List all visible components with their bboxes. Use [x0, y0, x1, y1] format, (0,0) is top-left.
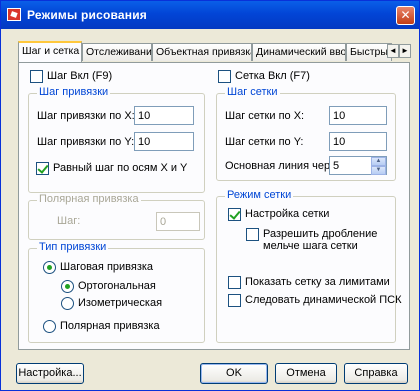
- polar-snap-radio[interactable]: [43, 320, 56, 333]
- rectangular-snap-radio[interactable]: [61, 280, 74, 293]
- cancel-button[interactable]: Отмена: [275, 363, 337, 384]
- snap-spacing-title: Шаг привязки: [37, 86, 111, 98]
- major-line-spin-up[interactable]: ▲: [371, 157, 386, 166]
- grid-behavior-group: Режим сетки Настройка сетки Разрешить др…: [216, 189, 402, 343]
- tab-object-snap[interactable]: Объектная привязка: [152, 43, 252, 61]
- drafting-settings-window: Режимы рисования ✕ Шаг и сетка Отслежива…: [0, 0, 420, 391]
- polar-step-label: Шаг:: [57, 215, 81, 227]
- polar-snap-label: Полярная привязка: [60, 320, 160, 332]
- equal-spacing-label: Равный шаг по осям X и Y: [53, 162, 188, 174]
- display-beyond-limits-checkbox[interactable]: [228, 276, 241, 289]
- snap-on-label: Шаг Вкл (F9): [47, 70, 113, 82]
- grid-spacing-title: Шаг сетки: [225, 86, 280, 98]
- options-button[interactable]: Настройка...: [16, 363, 84, 384]
- grid-spacing-group: Шаг сетки Шаг сетки по X: Шаг сетки по Y…: [216, 86, 396, 181]
- tab-dynamic-input[interactable]: Динамический ввод: [252, 43, 346, 61]
- chevron-left-icon: ◄: [389, 46, 397, 55]
- snap-y-input[interactable]: [134, 132, 194, 151]
- tab-tracking[interactable]: Отслеживание: [82, 43, 152, 61]
- polar-spacing-title: Полярная привязка: [37, 193, 141, 205]
- tab-scroll-left-button[interactable]: ◄: [387, 44, 399, 58]
- snap-x-label: Шаг привязки по X:: [37, 110, 135, 122]
- grid-x-label: Шаг сетки по X:: [225, 110, 305, 122]
- subdivision-checkbox[interactable]: [246, 228, 259, 241]
- tab-quick-properties[interactable]: Быстры: [346, 43, 392, 61]
- snap-spacing-group: Шаг привязки Шаг привязки по X: Шаг прив…: [28, 86, 205, 193]
- snap-type-group: Тип привязки Шаговая привязка Ортогональ…: [28, 241, 205, 343]
- ok-button[interactable]: OK: [200, 363, 268, 384]
- follow-ucs-label: Следовать динамической ПСК: [245, 294, 402, 306]
- snap-grid-panel: Шаг Вкл (F9) Шаг привязки Шаг привязки п…: [18, 62, 410, 350]
- tab-strip: Шаг и сетка Отслеживание Объектная привя…: [18, 41, 411, 62]
- snap-x-input[interactable]: [134, 106, 194, 125]
- follow-ucs-checkbox[interactable]: [228, 294, 241, 307]
- grid-on-checkbox[interactable]: [218, 70, 231, 83]
- isometric-snap-radio[interactable]: [61, 297, 74, 310]
- title-bar[interactable]: Режимы рисования ✕: [1, 1, 419, 29]
- adaptive-grid-label: Настройка сетки: [245, 208, 330, 220]
- major-line-label: Основная линия через:: [225, 160, 345, 172]
- help-button[interactable]: Справка: [344, 363, 408, 384]
- snap-y-label: Шаг привязки по Y:: [37, 136, 135, 148]
- grid-behavior-title: Режим сетки: [225, 189, 294, 201]
- polar-spacing-group: Полярная привязка Шаг:: [28, 193, 205, 240]
- close-button[interactable]: ✕: [396, 6, 415, 25]
- window-title: Режимы рисования: [27, 8, 147, 22]
- grid-x-input[interactable]: [329, 106, 387, 125]
- arrow-down-icon: ▼: [375, 167, 382, 173]
- grid-snap-label: Шаговая привязка: [60, 261, 154, 273]
- adaptive-grid-checkbox[interactable]: [228, 208, 241, 221]
- equal-spacing-checkbox[interactable]: [36, 162, 49, 175]
- polar-step-input: [156, 212, 200, 231]
- snap-type-title: Тип привязки: [37, 241, 109, 253]
- chevron-right-icon: ►: [401, 46, 409, 55]
- grid-snap-radio[interactable]: [43, 261, 56, 274]
- tab-snap-grid[interactable]: Шаг и сетка: [18, 41, 82, 62]
- grid-y-label: Шаг сетки по Y:: [225, 136, 304, 148]
- grid-on-label: Сетка Вкл (F7): [235, 70, 310, 82]
- close-icon: ✕: [400, 8, 411, 22]
- arrow-up-icon: ▲: [375, 158, 382, 164]
- display-beyond-limits-label: Показать сетку за лимитами: [245, 276, 390, 288]
- rectangular-snap-label: Ортогональная: [78, 280, 156, 292]
- tab-scroll-right-button[interactable]: ►: [399, 44, 411, 58]
- app-icon: [7, 8, 21, 21]
- subdivision-label: Разрешить дробление мельче шага сетки: [263, 228, 378, 252]
- major-line-spin-down[interactable]: ▼: [371, 166, 386, 175]
- snap-on-checkbox[interactable]: [30, 70, 43, 83]
- isometric-snap-label: Изометрическая: [78, 297, 163, 309]
- grid-y-input[interactable]: [329, 132, 387, 151]
